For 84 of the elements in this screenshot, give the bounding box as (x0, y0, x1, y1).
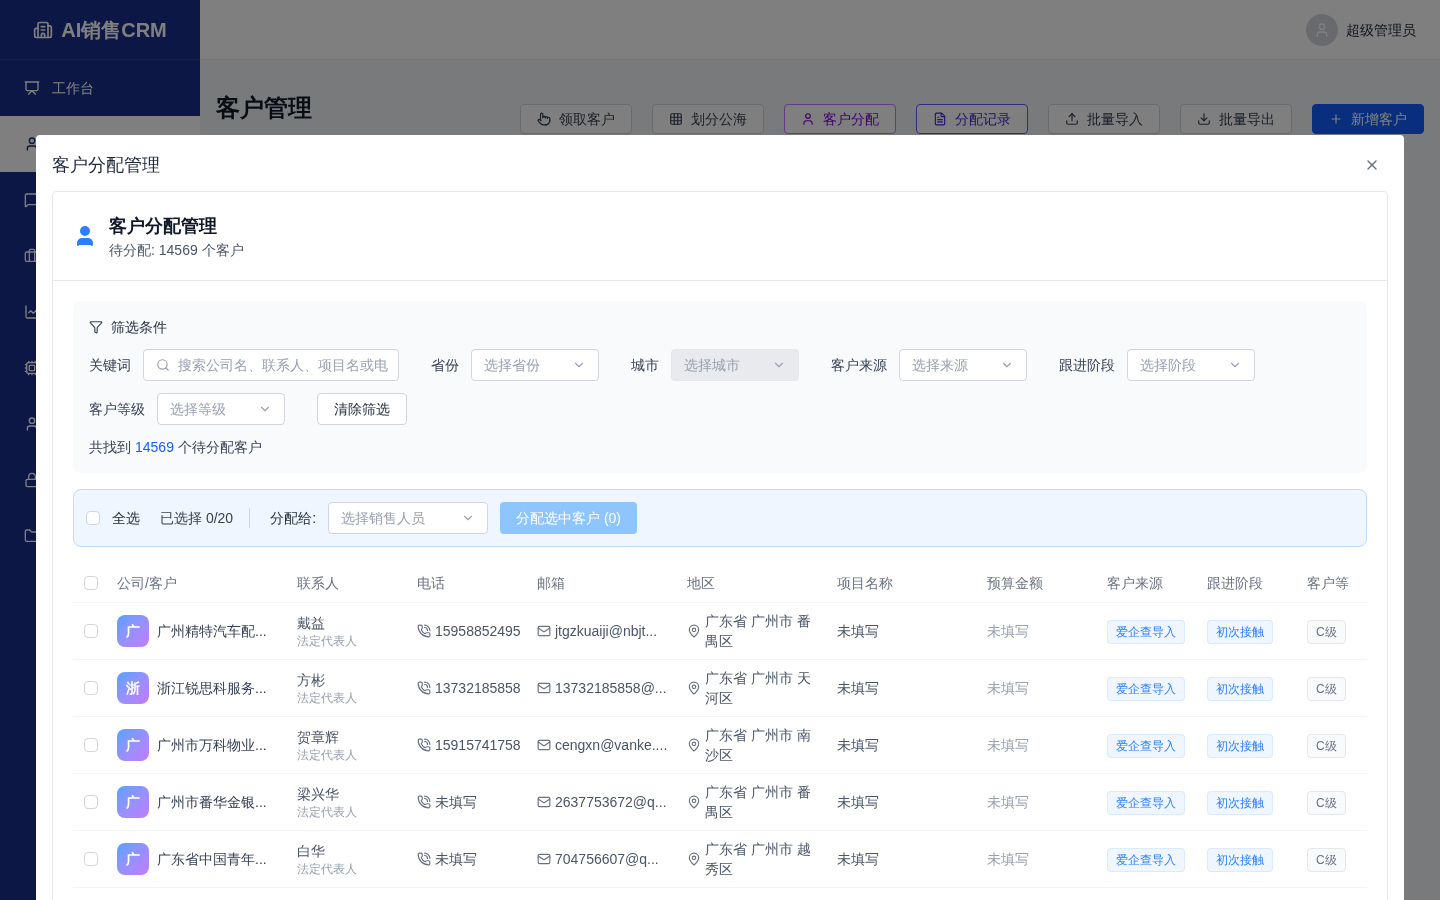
contact-name: 贺章辉 (297, 728, 340, 747)
card-subtitle: 待分配: 14569 个客户 (109, 241, 244, 260)
result-label: 个待分配客户 (177, 438, 262, 457)
region: 广东省 广州市 番禺区 (705, 612, 812, 651)
page-title: 客户管理 (216, 93, 312, 123)
select-all-label: 全选 (112, 509, 140, 528)
company-avatar: 浙 (117, 672, 149, 704)
level-tag: C级 (1307, 620, 1346, 644)
contact-role: 法定代表人 (297, 747, 358, 763)
filter-label: 关键词 (89, 356, 131, 375)
source-tag: 爱企查导入 (1107, 791, 1185, 815)
email: 704756607@q... (555, 850, 659, 869)
stage-tag: 初次接触 (1207, 848, 1273, 872)
level-tag: C级 (1307, 791, 1346, 815)
budget: 未填写 (987, 793, 1030, 812)
result-label: 共找到 (89, 438, 131, 457)
project-name: 未填写 (837, 679, 880, 698)
contact-role: 法定代表人 (297, 804, 358, 820)
email: 13732185858@... (555, 679, 667, 698)
selected-count: 已选择 0/20 (160, 508, 251, 528)
column-header: 邮箱 (537, 573, 566, 593)
source-tag: 爱企查导入 (1107, 734, 1185, 758)
region: 广东省 广州市 天河区 (705, 669, 812, 708)
level-tag: C级 (1307, 848, 1346, 872)
stage-tag: 初次接触 (1207, 620, 1273, 644)
assign-label: 分配给: (270, 509, 317, 528)
filter-label: 客户等级 (89, 400, 145, 419)
filter-label: 省份 (431, 356, 459, 375)
column-header: 公司/客户 (117, 573, 178, 593)
contact-role: 法定代表人 (297, 861, 358, 877)
filter-label: 城市 (631, 356, 659, 375)
level-tag: C级 (1307, 734, 1346, 758)
phone-number: 未填写 (435, 850, 477, 869)
budget: 未填写 (987, 736, 1030, 755)
phone-number: 13732185858 (435, 679, 521, 698)
project-name: 未填写 (837, 622, 880, 641)
card-title: 客户分配管理 (109, 215, 218, 238)
filter-title: 筛选条件 (111, 318, 167, 337)
project-name: 未填写 (837, 736, 880, 755)
column-header: 跟进阶段 (1207, 573, 1264, 593)
project-name: 未填写 (837, 793, 880, 812)
column-header: 电话 (417, 573, 446, 593)
project-name: 未填写 (837, 850, 880, 869)
company-avatar: 广 (117, 786, 149, 818)
column-header: 客户等 (1307, 573, 1350, 593)
level-tag: C级 (1307, 677, 1346, 701)
budget: 未填写 (987, 622, 1030, 641)
region: 广东省 广州市 南沙区 (705, 726, 812, 765)
contact-name: 白华 (297, 842, 326, 861)
company-avatar: 广 (117, 615, 149, 647)
source-tag: 爱企查导入 (1107, 620, 1185, 644)
column-header: 地区 (687, 573, 716, 593)
result-count: 14569 (135, 438, 174, 457)
filter-label: 客户来源 (831, 356, 887, 375)
column-header: 预算金额 (987, 573, 1044, 593)
source-tag: 爱企查导入 (1107, 848, 1185, 872)
contact-name: 梁兴华 (297, 785, 340, 804)
column-header: 联系人 (297, 573, 340, 593)
source-tag: 爱企查导入 (1107, 677, 1185, 701)
company-avatar: 广 (117, 729, 149, 761)
filter-label: 跟进阶段 (1059, 356, 1115, 375)
phone-number: 15958852495 (435, 622, 521, 641)
stage-tag: 初次接触 (1207, 677, 1273, 701)
contact-name: 戴益 (297, 614, 326, 633)
column-header: 项目名称 (837, 573, 894, 593)
email: cengxn@vanke.... (555, 736, 668, 755)
region: 广东省 广州市 越秀区 (705, 840, 812, 879)
dialog-title: 客户分配管理 (52, 154, 160, 177)
stage-tag: 初次接触 (1207, 791, 1273, 815)
email: 2637753672@q... (555, 793, 667, 812)
contact-role: 法定代表人 (297, 690, 358, 706)
user-name: 超级管理员 (1346, 20, 1416, 40)
contact-role: 法定代表人 (297, 633, 358, 649)
region: 广东省 广州市 番禺区 (705, 783, 812, 822)
stage-tag: 初次接触 (1207, 734, 1273, 758)
budget: 未填写 (987, 679, 1030, 698)
budget: 未填写 (987, 850, 1030, 869)
email: jtgzkuaiji@nbjt... (555, 622, 658, 641)
company-avatar: 广 (117, 843, 149, 875)
contact-name: 方彬 (297, 671, 326, 690)
phone-number: 15915741758 (435, 736, 521, 755)
brand-name: AI销售CRM (61, 17, 167, 43)
phone-number: 未填写 (435, 793, 477, 812)
column-header: 客户来源 (1107, 573, 1164, 593)
